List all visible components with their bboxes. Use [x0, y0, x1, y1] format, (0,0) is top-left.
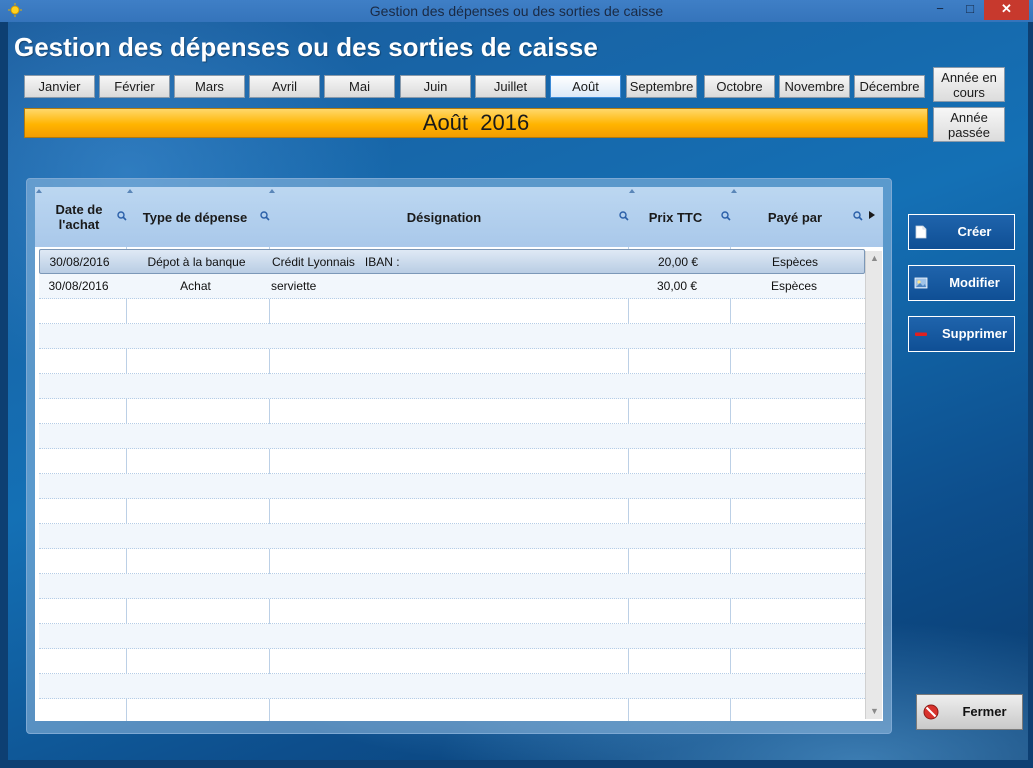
delete-button-label: Supprimer [941, 326, 1007, 341]
minimize-button[interactable]: − [926, 0, 954, 20]
table-row[interactable] [39, 574, 865, 599]
sort-indicator-icon [36, 189, 42, 193]
scroll-down-icon[interactable]: ▼ [870, 707, 879, 716]
search-icon[interactable] [117, 211, 127, 221]
table-row[interactable] [39, 474, 865, 499]
page-title: Gestion des dépenses ou des sorties de c… [14, 32, 598, 62]
main-panel: Gestion des dépenses ou des sorties de c… [8, 22, 1028, 760]
cell-date: 30/08/2016 [49, 255, 110, 269]
sort-indicator-icon [731, 189, 737, 193]
table-row[interactable] [39, 299, 865, 324]
vertical-scrollbar[interactable]: ▲ ▼ [865, 251, 882, 719]
banner-month: Août [422, 110, 469, 135]
table-row[interactable] [39, 549, 865, 574]
current-year-button[interactable]: Année en cours [933, 67, 1005, 102]
no-entry-icon [923, 704, 939, 720]
month-button-janvier[interactable]: Janvier [24, 75, 95, 98]
month-button-septembre[interactable]: Septembre [626, 75, 697, 98]
table-row[interactable] [39, 674, 865, 699]
sort-indicator-icon [127, 189, 133, 193]
search-icon[interactable] [721, 211, 731, 221]
delete-button[interactable]: Supprimer [908, 316, 1015, 352]
table-row[interactable]: 30/08/2016 Achat serviette 30,00 € Espèces [39, 274, 865, 299]
document-icon [915, 225, 927, 239]
cell-paye_par: Espèces [771, 255, 819, 269]
search-icon[interactable] [853, 211, 863, 221]
create-button-label: Créer [957, 224, 992, 239]
cell-prix: 30,00 € [656, 279, 698, 293]
column-header-date[interactable]: Date de l'achat [39, 187, 119, 247]
search-icon[interactable] [260, 211, 270, 221]
banner-year: 2016 [480, 110, 530, 135]
month-button-décembre[interactable]: Décembre [854, 75, 925, 98]
close-button[interactable]: Fermer [916, 694, 1023, 730]
window-title: Gestion des dépenses ou des sorties de c… [369, 3, 664, 19]
column-header-price[interactable]: Prix TTC [628, 187, 723, 247]
scroll-right-icon[interactable] [869, 211, 875, 219]
window-titlebar: Gestion des dépenses ou des sorties de c… [0, 0, 1033, 22]
month-button-novembre[interactable]: Novembre [779, 75, 850, 98]
create-button[interactable]: Créer [908, 214, 1015, 250]
modify-button[interactable]: Modifier [908, 265, 1015, 301]
table-row[interactable] [39, 699, 865, 721]
table-row[interactable] [39, 399, 865, 424]
cell-type: Dépot à la banque [147, 255, 246, 269]
month-button-mai[interactable]: Mai [324, 75, 395, 98]
table-row[interactable] [39, 649, 865, 674]
column-header-type[interactable]: Type de dépense [125, 187, 265, 247]
search-icon[interactable] [619, 211, 629, 221]
table-row[interactable] [39, 324, 865, 349]
table-row[interactable]: 30/08/2016 Dépot à la banque Crédit Lyonna… [39, 249, 865, 274]
table-row[interactable] [39, 374, 865, 399]
month-button-juillet[interactable]: Juillet [475, 75, 546, 98]
month-button-juin[interactable]: Juin [400, 75, 471, 98]
month-button-août[interactable]: Août [550, 75, 621, 98]
month-button-avril[interactable]: Avril [249, 75, 320, 98]
scroll-up-icon[interactable]: ▲ [870, 254, 879, 263]
maximize-button[interactable]: □ [956, 0, 984, 20]
table-row[interactable] [39, 599, 865, 624]
cell-designation: Crédit Lyonnais IBAN : [272, 255, 400, 269]
previous-year-button[interactable]: Année passée [933, 107, 1005, 142]
column-header-designation[interactable]: Désignation [269, 187, 619, 247]
cell-designation: serviette [271, 279, 317, 293]
sort-indicator-icon [629, 189, 635, 193]
cell-type: Achat [180, 279, 211, 293]
close-window-button[interactable]: ✕ [984, 0, 1029, 20]
selected-period-banner: Août 2016 [24, 108, 928, 138]
minus-icon [915, 332, 927, 336]
edit-picture-icon [914, 277, 928, 289]
cell-date: 30/08/2016 [48, 279, 109, 293]
table-row[interactable] [39, 449, 865, 474]
table-header: Date de l'achat Type de dépense Désignat… [35, 187, 883, 247]
expenses-table: Date de l'achat Type de dépense Désignat… [35, 187, 883, 721]
table-row[interactable] [39, 499, 865, 524]
table-row[interactable] [39, 524, 865, 549]
month-button-octobre[interactable]: Octobre [704, 75, 775, 98]
table-row[interactable] [39, 349, 865, 374]
month-button-février[interactable]: Février [99, 75, 170, 98]
month-button-mars[interactable]: Mars [174, 75, 245, 98]
cell-paye_par: Espèces [770, 279, 818, 293]
column-header-paid-by[interactable]: Payé par [731, 187, 859, 247]
sort-indicator-icon [269, 189, 275, 193]
table-row[interactable] [39, 424, 865, 449]
cell-prix: 20,00 € [657, 255, 699, 269]
expenses-table-frame: Date de l'achat Type de dépense Désignat… [26, 178, 892, 734]
table-row[interactable] [39, 624, 865, 649]
modify-button-label: Modifier [949, 275, 1000, 290]
close-button-label: Fermer [962, 704, 1007, 719]
